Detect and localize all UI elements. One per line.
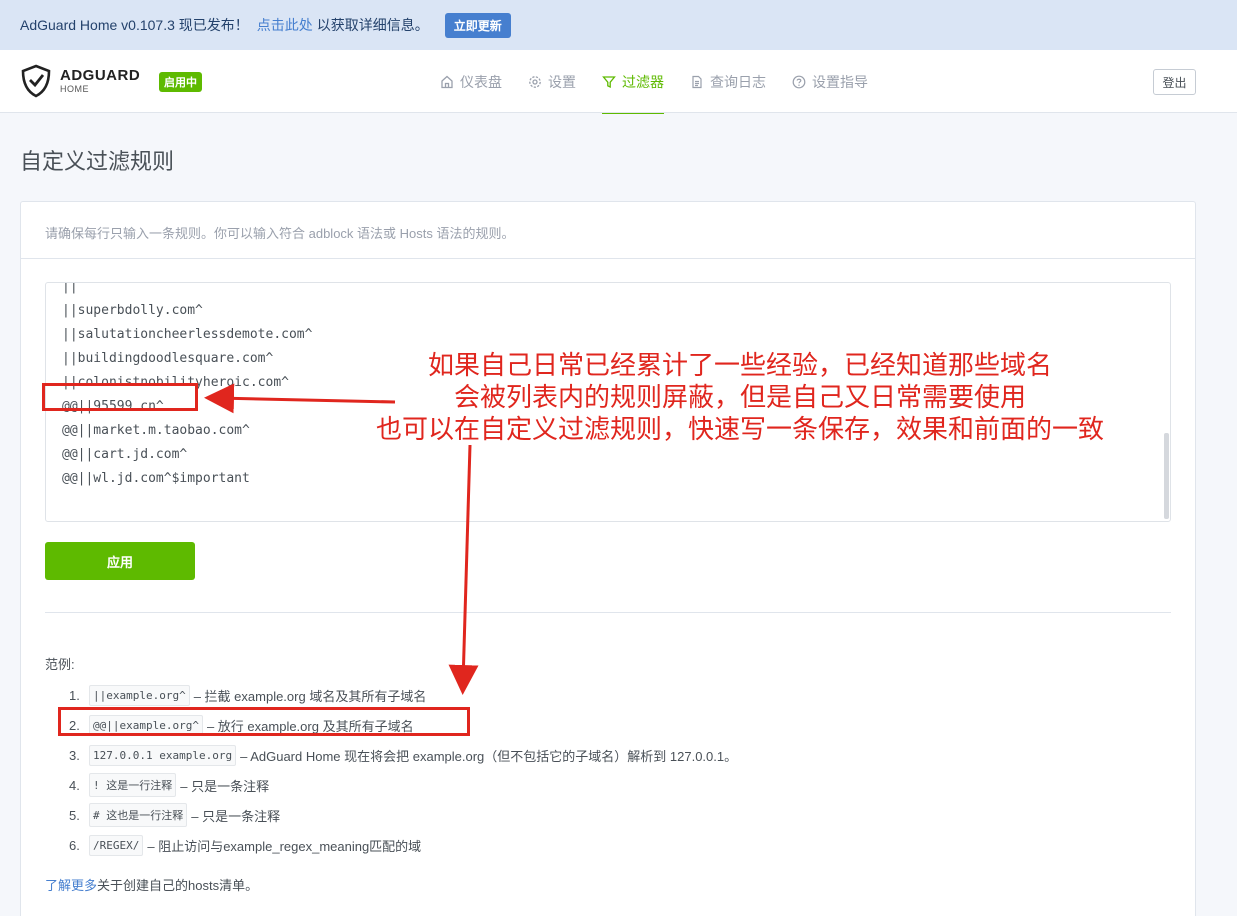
update-now-button[interactable]: 立即更新: [444, 12, 511, 38]
example-code: 127.0.0.1 example.org: [89, 744, 237, 766]
rule-line: ||salutationcheerlessdemote.com^: [62, 327, 313, 342]
rule-line: ||buildingdoodlesquare.com^: [62, 351, 274, 366]
filter-icon: [602, 75, 616, 88]
example-code: ! 这是一行注释: [89, 773, 177, 797]
nav-dashboard-label: 仪表盘: [460, 73, 502, 90]
annotation-box-rule: [42, 383, 198, 411]
example-number: 3.: [69, 747, 80, 763]
examples-title: 范例:: [45, 657, 75, 672]
example-code: /REGEX/: [89, 834, 144, 856]
document-icon: [692, 75, 702, 88]
nav-dashboard[interactable]: 仪表盘: [440, 50, 502, 113]
nav-setup-guide[interactable]: 设置指导: [792, 50, 868, 113]
rule-line: @@||cart.jd.com^: [62, 447, 188, 462]
example-text: – 只是一条注释: [180, 778, 270, 794]
example-number: 4.: [69, 777, 80, 793]
example-number: 6.: [69, 837, 80, 853]
nav-setup-guide-label: 设置指导: [812, 73, 868, 90]
main-nav: 仪表盘 设置 过滤器 查询日志 设置指导: [440, 50, 894, 114]
apply-button[interactable]: 应用: [45, 542, 195, 580]
example-item: 4. ! 这是一行注释 – 只是一条注释: [69, 770, 737, 800]
example-text: – 阻止访问与example_regex_meaning匹配的域: [147, 838, 422, 854]
nav-query-log-label: 查询日志: [710, 73, 766, 90]
gear-icon: [529, 75, 541, 88]
brand-sub: HOME: [60, 84, 89, 94]
rule-line-partial: ||: [62, 282, 78, 294]
divider: [45, 612, 1171, 613]
adguard-logo[interactable]: ADGUARD HOME: [20, 64, 140, 98]
nav-query-log[interactable]: 查询日志: [690, 50, 766, 113]
divider: [21, 258, 1195, 259]
learn-more-link[interactable]: 了解更多: [45, 878, 97, 893]
brand-main: ADGUARD: [60, 67, 141, 84]
annotation-line: 如果自己日常已经累计了一些经验，已经知道那些域名: [427, 351, 1052, 381]
example-code: ||example.org^: [89, 684, 190, 706]
rule-line: @@||market.m.taobao.com^: [62, 423, 250, 438]
annotation-line: 也可以在自定义过滤规则，快速写一条保存，效果和前面的一致: [375, 415, 1104, 445]
top-header: ADGUARD HOME 启用中 仪表盘 设置 过滤器 查询日志 设置指导 登出: [0, 50, 1237, 114]
annotation-text: 如果自己日常已经累计了一些经验，已经知道那些域名 会被列表内的规则屏蔽，但是自己…: [300, 350, 1180, 446]
card-description: 请确保每行只输入一条规则。你可以输入符合 adblock 语法或 Hosts 语…: [45, 226, 515, 241]
banner-message: AdGuard Home v0.107.3 现已发布！: [20, 17, 249, 33]
example-item: 3. 127.0.0.1 example.org – AdGuard Home …: [69, 740, 737, 770]
custom-rules-card: 请确保每行只输入一条规则。你可以输入符合 adblock 语法或 Hosts 语…: [20, 201, 1196, 916]
status-badge: 启用中: [159, 72, 202, 92]
annotation-line: 会被列表内的规则屏蔽，但是自己又日常需要使用: [453, 383, 1026, 413]
example-code: # 这也是一行注释: [89, 803, 188, 827]
example-number: 5.: [69, 807, 80, 823]
banner-suffix: 以获取详细信息。: [316, 17, 429, 33]
example-text: – 拦截 example.org 域名及其所有子域名: [193, 688, 427, 704]
learn-more: 了解更多关于创建自己的hosts清单。: [45, 875, 258, 894]
example-text: – AdGuard Home 现在将会把 example.org（但不包括它的子…: [240, 748, 738, 764]
learn-more-suffix: 关于创建自己的hosts清单。: [97, 878, 259, 893]
home-icon: [441, 75, 453, 88]
nav-filters-label: 过滤器: [622, 73, 664, 90]
example-item: 6. /REGEX/ – 阻止访问与example_regex_meaning匹…: [69, 830, 737, 860]
logout-button[interactable]: 登出: [1153, 69, 1196, 95]
nav-filters[interactable]: 过滤器: [602, 50, 664, 114]
nav-settings-label: 设置: [548, 73, 576, 90]
rule-line: ||superbdolly.com^: [62, 303, 203, 318]
example-item: 1. ||example.org^ – 拦截 example.org 域名及其所…: [69, 680, 737, 710]
banner-details-link[interactable]: 点击此处: [257, 15, 313, 35]
annotation-box-example: [58, 707, 470, 736]
example-number: 1.: [69, 687, 80, 703]
shield-check-icon: [21, 64, 51, 98]
rule-line: @@||wl.jd.com^$important: [62, 471, 250, 486]
update-banner: AdGuard Home v0.107.3 现已发布！ 点击此处 以获取详细信息…: [0, 0, 1237, 50]
page-title: 自定义过滤规则: [20, 149, 175, 174]
help-icon: [792, 75, 806, 88]
nav-settings[interactable]: 设置: [528, 50, 576, 113]
example-text: – 只是一条注释: [191, 808, 281, 824]
example-item: 5. # 这也是一行注释 – 只是一条注释: [69, 800, 737, 830]
